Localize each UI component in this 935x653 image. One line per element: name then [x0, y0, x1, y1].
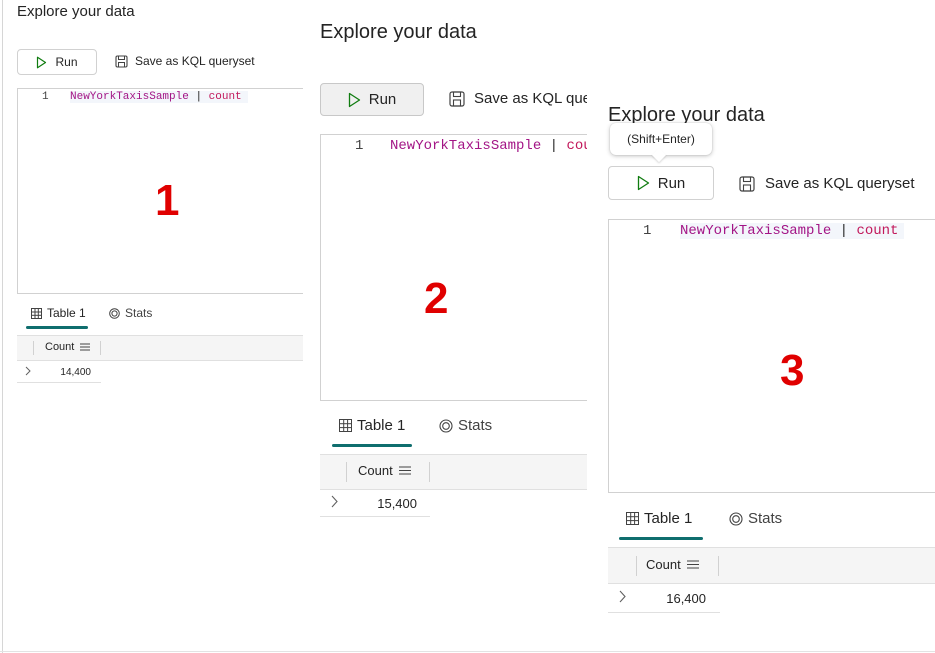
tab-label: Stats	[125, 306, 153, 320]
column-header-label: Count	[358, 463, 393, 478]
run-label: Run	[657, 174, 686, 192]
column-header-label: Count	[646, 557, 681, 572]
table-icon	[339, 419, 352, 432]
save-kql-queryset-button[interactable]: Save as KQL queryset	[115, 54, 255, 68]
save-kql-queryset-button[interactable]: Save as KQL queryset	[739, 175, 915, 192]
column-header-label: Count	[45, 341, 75, 353]
chevron-right-icon[interactable]	[618, 590, 627, 603]
results-separator	[320, 400, 587, 401]
play-icon	[37, 56, 47, 68]
tab-label: Table 1	[47, 306, 86, 320]
tab-label: Stats	[748, 510, 783, 527]
results-separator	[17, 293, 303, 294]
query-operator: cou	[566, 138, 587, 154]
tab-label: Stats	[458, 417, 493, 434]
menu-icon[interactable]	[398, 466, 411, 475]
save-label: Save as KQL queryset	[135, 54, 255, 68]
query-pipe: |	[195, 91, 203, 103]
tab-label: Table 1	[357, 417, 406, 434]
column-divider	[33, 341, 34, 355]
column-divider	[429, 462, 430, 482]
row-divider	[320, 516, 430, 517]
query-text: NewYorkTaxisSample | count	[680, 223, 905, 239]
run-label: Run	[55, 55, 78, 69]
save-kql-queryset-button[interactable]: Save as KQL que	[449, 90, 587, 107]
query-table-name: NewYorkTaxisSample	[70, 91, 189, 103]
chevron-right-icon[interactable]	[330, 495, 339, 508]
line-number: 1	[643, 223, 652, 239]
table-icon	[626, 512, 639, 525]
column-divider	[636, 556, 637, 576]
query-table-name: NewYorkTaxisSample	[390, 138, 542, 154]
panel-2: Explore your data Run Save as KQL que 1 …	[315, 0, 587, 562]
query-table-name: NewYorkTaxisSample	[680, 223, 832, 239]
query-editor[interactable]: 1 NewYorkTaxisSample | count	[608, 219, 935, 492]
page-title: Explore your data	[17, 3, 135, 20]
column-divider	[718, 556, 719, 576]
tab-stats[interactable]: Stats	[109, 306, 152, 320]
save-icon	[449, 90, 465, 107]
run-label: Run	[368, 91, 397, 108]
query-operator: count	[208, 91, 242, 103]
tab-stats[interactable]: Stats	[729, 510, 782, 527]
query-operator: count	[856, 223, 899, 239]
results-separator	[608, 492, 935, 493]
save-label: Save as KQL queryset	[765, 175, 915, 192]
column-header-count[interactable]: Count	[358, 463, 411, 478]
row-divider	[608, 612, 720, 613]
query-text: NewYorkTaxisSample | count	[70, 91, 248, 103]
annotation-number: 3	[780, 346, 805, 395]
active-tab-indicator	[26, 326, 88, 329]
tooltip-text: (Shift+Enter)	[627, 132, 695, 146]
query-editor[interactable]: 1 NewYorkTaxisSample | cou	[320, 134, 587, 400]
stats-icon	[109, 307, 120, 319]
run-button[interactable]: Run	[320, 83, 424, 116]
play-icon	[348, 92, 360, 107]
annotation-number: 1	[155, 176, 180, 225]
result-cell-count: 16,400	[666, 591, 706, 606]
query-pipe: |	[839, 223, 849, 239]
tab-table-1[interactable]: Table 1	[626, 510, 692, 527]
save-icon	[739, 175, 755, 192]
annotation-number: 2	[424, 274, 449, 323]
run-button[interactable]: Run	[17, 49, 97, 75]
stats-icon	[729, 511, 743, 526]
column-header-count[interactable]: Count	[45, 341, 91, 353]
menu-icon[interactable]	[686, 560, 699, 569]
tab-table-1[interactable]: Table 1	[339, 417, 405, 434]
active-tab-indicator	[619, 537, 703, 540]
line-number: 1	[355, 138, 364, 154]
column-header-count[interactable]: Count	[646, 557, 699, 572]
result-cell-count: 15,400	[377, 496, 417, 511]
save-icon	[115, 54, 128, 68]
result-cell-count: 14,400	[60, 367, 91, 378]
save-label: Save as KQL que	[474, 90, 587, 107]
active-tab-indicator	[332, 444, 412, 447]
window-bottom-border	[0, 651, 935, 652]
chevron-right-icon[interactable]	[24, 366, 32, 376]
page-title: Explore your data	[320, 21, 477, 43]
play-icon	[637, 175, 649, 191]
column-divider	[346, 462, 347, 482]
line-number: 1	[42, 91, 49, 103]
query-text: NewYorkTaxisSample | cou	[390, 138, 587, 154]
row-divider	[17, 382, 101, 383]
run-button[interactable]: Run	[608, 166, 714, 200]
stats-icon	[439, 418, 453, 433]
tab-stats[interactable]: Stats	[439, 417, 492, 434]
panel-1: Explore your data Run Save as KQL querys…	[3, 0, 303, 436]
tab-label: Table 1	[644, 510, 693, 527]
column-divider	[100, 341, 101, 355]
tab-table-1[interactable]: Table 1	[31, 306, 86, 320]
query-pipe: |	[549, 138, 559, 154]
menu-icon[interactable]	[80, 343, 91, 351]
panel-3: Explore your data Run Save as KQL querys…	[605, 98, 935, 626]
table-icon	[31, 307, 42, 319]
